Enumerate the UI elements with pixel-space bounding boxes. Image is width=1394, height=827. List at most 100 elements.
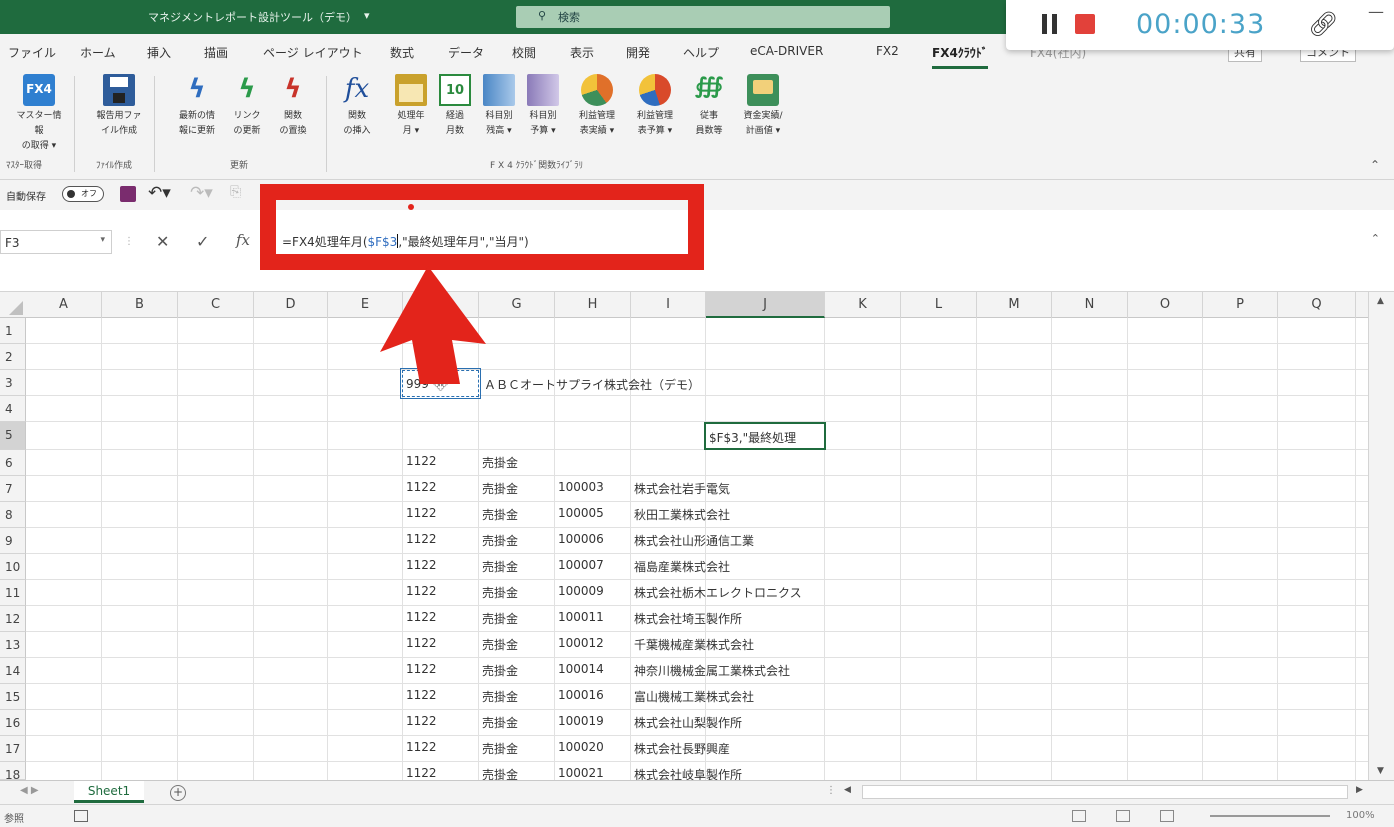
save-icon[interactable] [120, 186, 136, 202]
col-header-c[interactable]: C [178, 292, 254, 318]
profit-actual-button[interactable]: 利益管理 表実績 ▾ [574, 74, 620, 139]
page-layout-view-icon[interactable] [1116, 810, 1130, 822]
collapse-ribbon-icon[interactable]: ⌃ [1370, 158, 1380, 172]
table-row-7-i[interactable]: 株式会社岩手電気 [634, 474, 730, 497]
table-row-7-g[interactable]: 売掛金 [482, 474, 518, 497]
expand-formula-bar-icon[interactable]: ⌃ [1371, 232, 1380, 245]
col-header-q[interactable]: Q [1278, 292, 1356, 318]
table-row-10-g[interactable]: 売掛金 [482, 552, 518, 575]
profit-budget-button[interactable]: 利益管理 表予算 ▾ [632, 74, 678, 139]
table-row-15-i[interactable]: 富山機械工業株式会社 [634, 682, 754, 705]
cancel-icon[interactable]: ✕ [156, 232, 169, 251]
row-header-14[interactable]: 14 [0, 658, 26, 684]
col-header-b[interactable]: B [102, 292, 178, 318]
scroll-up-icon[interactable]: ▲ [1377, 296, 1384, 306]
select-all-corner[interactable] [0, 292, 26, 318]
redo-icon[interactable]: ↷▾ [190, 183, 213, 203]
pause-icon[interactable] [1042, 14, 1060, 34]
tab-fx4-cloud[interactable]: FX4ｸﾗｳﾄﾞ [932, 44, 988, 69]
table-row-16-h[interactable]: 100019 [558, 708, 604, 728]
sheet-nav-arrows-icon[interactable]: ◀ ▶ [20, 785, 39, 796]
sheet-tab-sheet1[interactable]: Sheet1 [74, 781, 144, 803]
page-break-view-icon[interactable] [1160, 810, 1174, 822]
table-row-18-f[interactable]: 1122 [406, 760, 437, 780]
tab-formulas[interactable]: 数式 [390, 44, 414, 61]
undo-icon[interactable]: ↶▾ [148, 183, 171, 203]
table-row-17-h[interactable]: 100020 [558, 734, 604, 754]
search-box[interactable]: ⚲ 検索 [516, 6, 890, 28]
row-header-16[interactable]: 16 [0, 710, 26, 736]
staff-count-button[interactable]: ∰ 従事 員数等 [686, 74, 732, 139]
table-row-11-h[interactable]: 100009 [558, 578, 604, 598]
insert-function-button[interactable]: fx 関数 の挿入 [334, 74, 380, 139]
table-row-7-f[interactable]: 1122 [406, 474, 437, 494]
table-row-18-g[interactable]: 売掛金 [482, 760, 518, 780]
row-header-1[interactable]: 1 [0, 318, 26, 344]
customize-qat-icon[interactable]: ⎘ [230, 184, 241, 200]
update-link-button[interactable]: ϟ リンク の更新 [224, 74, 270, 139]
table-row-13-g[interactable]: 売掛金 [482, 630, 518, 653]
col-header-d[interactable]: D [254, 292, 328, 318]
table-row-10-i[interactable]: 福島産業株式会社 [634, 552, 730, 575]
table-row-11-g[interactable]: 売掛金 [482, 578, 518, 601]
col-header-m[interactable]: M [977, 292, 1052, 318]
scroll-right-icon[interactable]: ▶ [1356, 785, 1363, 795]
add-sheet-icon[interactable]: + [170, 785, 186, 801]
tab-page-layout[interactable]: ページ レイアウト [263, 44, 363, 61]
col-header-a[interactable]: A [26, 292, 102, 318]
table-row-10-h[interactable]: 100007 [558, 552, 604, 572]
tab-home[interactable]: ホーム [80, 44, 116, 61]
table-row-8-f[interactable]: 1122 [406, 500, 437, 520]
table-row-9-h[interactable]: 100006 [558, 526, 604, 546]
tab-data[interactable]: データ [448, 44, 484, 61]
tab-help[interactable]: ヘルプ [683, 44, 719, 61]
cell-grid[interactable]: 999 ✥ ＡＢＣオートサプライ株式会社（デモ） $F$3,"最終処理 1122 … [26, 318, 1368, 780]
row-header-12[interactable]: 12 [0, 606, 26, 632]
table-row-17-g[interactable]: 売掛金 [482, 734, 518, 757]
table-row-17-f[interactable]: 1122 [406, 734, 437, 754]
title-dropdown-icon[interactable]: ▾ [364, 9, 370, 22]
insert-function-fx-icon[interactable]: fx [236, 231, 250, 249]
col-header-l[interactable]: L [901, 292, 977, 318]
tab-insert[interactable]: 挿入 [147, 44, 171, 61]
row-header-5[interactable]: 5 [0, 422, 26, 450]
row-header-9[interactable]: 9 [0, 528, 26, 554]
row-header-4[interactable]: 4 [0, 396, 26, 422]
table-row-13-i[interactable]: 千葉機械産業株式会社 [634, 630, 754, 653]
stop-record-icon[interactable] [1075, 14, 1095, 34]
tab-file[interactable]: ファイル [8, 44, 56, 61]
normal-view-icon[interactable] [1072, 810, 1086, 822]
report-file-button[interactable]: 報告用ファ イル作成 [96, 74, 142, 139]
account-budget-button[interactable]: 科目別 予算 ▾ [520, 74, 566, 139]
horizontal-split-grip[interactable]: ⋮ [826, 785, 836, 796]
row-header-11[interactable]: 11 [0, 580, 26, 606]
table-row-14-h[interactable]: 100014 [558, 656, 604, 676]
table-row-11-i[interactable]: 株式会社栃木エレクトロニクス [634, 578, 802, 601]
table-row-15-g[interactable]: 売掛金 [482, 682, 518, 705]
col-header-i[interactable]: I [631, 292, 706, 318]
row-header-2[interactable]: 2 [0, 344, 26, 370]
row-header-15[interactable]: 15 [0, 684, 26, 710]
chevron-down-icon[interactable]: ▾ [100, 235, 105, 245]
link-icon[interactable]: 🔗︎ [1308, 10, 1338, 38]
table-row-18-i[interactable]: 株式会社岐阜製作所 [634, 760, 742, 780]
row-header-17[interactable]: 17 [0, 736, 26, 762]
replace-function-button[interactable]: ϟ 関数 の置換 [270, 74, 316, 139]
vertical-scrollbar[interactable]: ▲ ▼ [1368, 292, 1394, 780]
table-row-17-i[interactable]: 株式会社長野興産 [634, 734, 730, 757]
col-header-k[interactable]: K [825, 292, 901, 318]
col-header-h[interactable]: H [555, 292, 631, 318]
row-header-8[interactable]: 8 [0, 502, 26, 528]
cell-j5-editing[interactable]: $F$3,"最終処理 [704, 422, 826, 450]
master-info-button[interactable]: FX4 マスター情報 の取得 ▾ [16, 74, 62, 154]
table-row-18-h[interactable]: 100021 [558, 760, 604, 780]
table-row-8-h[interactable]: 100005 [558, 500, 604, 520]
col-header-n[interactable]: N [1052, 292, 1128, 318]
tab-developer[interactable]: 開発 [626, 44, 650, 61]
row-header-3[interactable]: 3 [0, 370, 26, 396]
table-row-9-g[interactable]: 売掛金 [482, 526, 518, 549]
scroll-down-icon[interactable]: ▼ [1377, 766, 1384, 776]
table-row-15-h[interactable]: 100016 [558, 682, 604, 702]
col-header-g[interactable]: G [479, 292, 555, 318]
table-row-16-i[interactable]: 株式会社山梨製作所 [634, 708, 742, 731]
